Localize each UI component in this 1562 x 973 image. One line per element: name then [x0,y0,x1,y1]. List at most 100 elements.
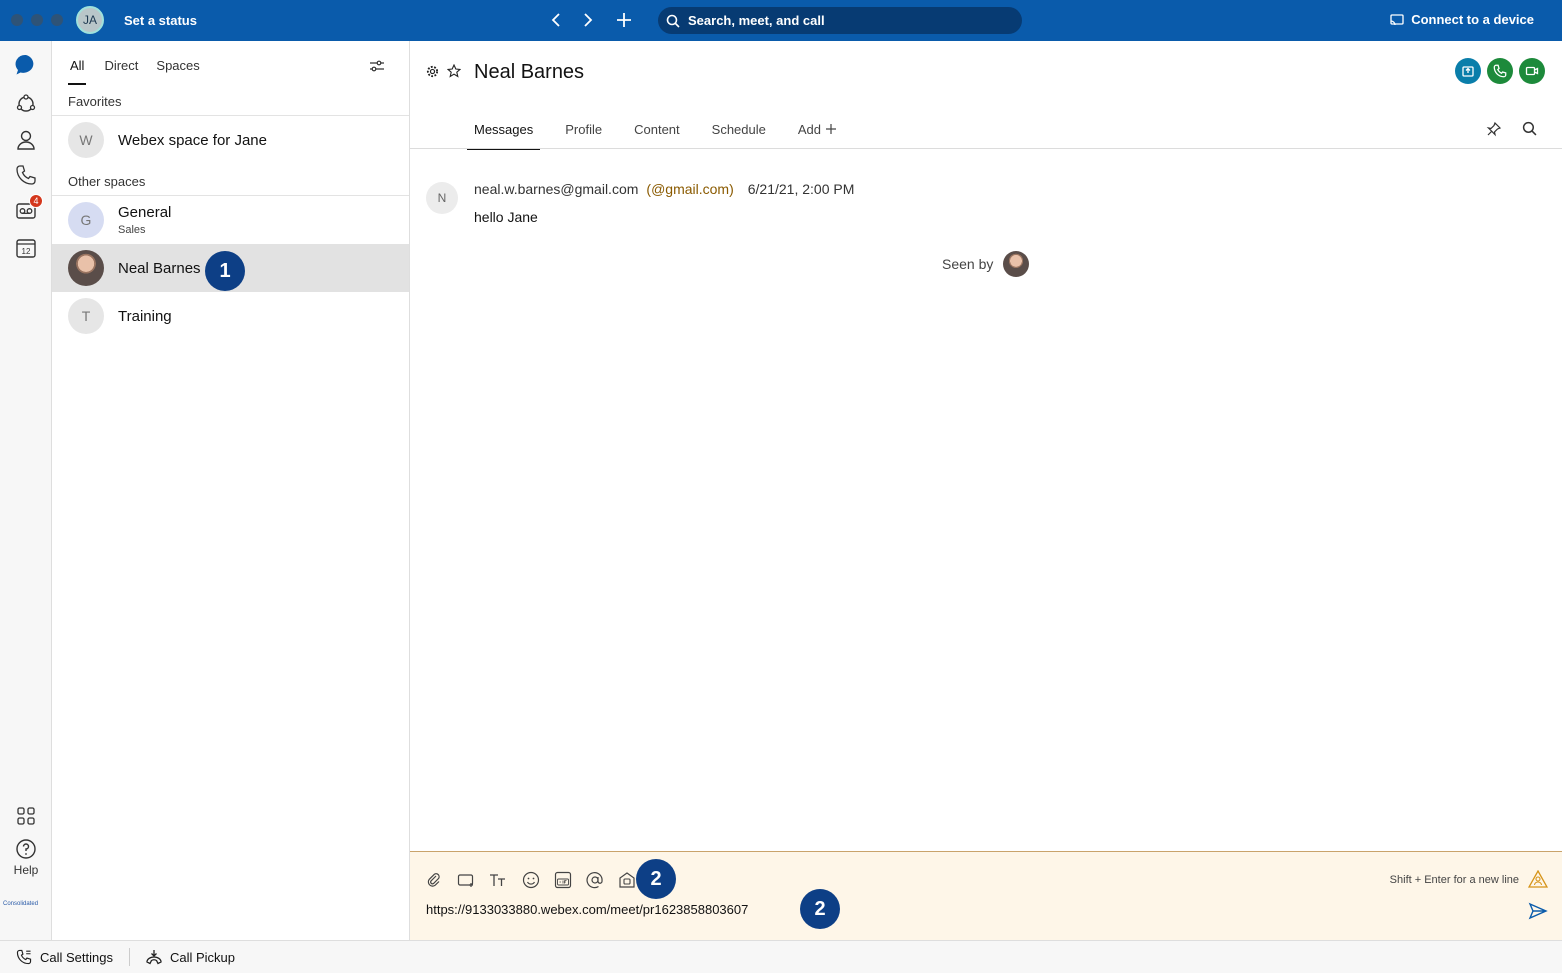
search-icon[interactable] [1522,121,1537,136]
header-divider [410,148,1562,149]
tab-add[interactable]: Add [791,122,843,150]
step-callout-2-input: 2 [800,889,840,929]
contacts-icon[interactable] [14,128,38,152]
tab-all[interactable]: All [68,58,87,85]
forward-arrow-icon[interactable] [578,10,598,30]
composer-hint: Shift + Enter for a new line [1389,874,1519,886]
sender-org: (@gmail.com) [646,181,734,197]
pin-icon[interactable] [1486,121,1502,137]
share-icon [1462,66,1474,77]
list-item-webex-space[interactable]: W Webex space for Jane [52,116,409,164]
video-camera-icon [1525,66,1539,76]
conversation-title: Neal Barnes [474,61,585,83]
message-input[interactable] [426,902,986,917]
step-callout-2-toolbar: 2 [636,859,676,899]
user-avatar[interactable]: JA [76,6,104,34]
tab-messages[interactable]: Messages [467,122,541,150]
calling-icon[interactable] [14,163,38,187]
favorites-header: Favorites [68,94,122,109]
list-item-training[interactable]: T Training [52,292,409,340]
conversation-panel: Neal Barnes Messages Profile Content Sch… [410,41,1562,940]
conversation-tabs: Messages Profile Content Schedule Add [467,122,861,150]
calendar-day: 12 [22,247,31,256]
connect-device-label: Connect to a device [1411,12,1534,27]
window-minimize-button[interactable] [31,14,43,26]
phone-settings-icon [16,949,32,965]
search-icon [666,14,680,28]
space-avatar: W [68,122,104,158]
step-callout-1: 1 [205,251,245,291]
share-screen-button[interactable] [1455,58,1481,84]
tab-profile[interactable]: Profile [558,122,609,150]
space-title: Neal Barnes [118,259,201,277]
message-timestamp: 6/21/21, 2:00 PM [747,181,855,197]
text-format-icon[interactable] [488,870,508,890]
call-settings-button[interactable]: Call Settings [0,949,129,965]
messaging-icon[interactable] [14,53,38,77]
read-receipt[interactable]: Seen by [942,251,1030,277]
user-avatar-initials: JA [82,13,97,27]
tab-content[interactable]: Content [627,122,687,150]
emoji-icon[interactable] [521,870,541,890]
list-item-general[interactable]: G General Sales [52,196,409,244]
back-arrow-icon[interactable] [546,10,566,30]
help-icon[interactable] [14,837,38,861]
sender-name[interactable]: neal.w.barnes@gmail.com [474,181,638,197]
tab-schedule[interactable]: Schedule [705,122,773,150]
video-call-button[interactable] [1519,58,1545,84]
window-close-button[interactable] [11,14,23,26]
seen-by-label: Seen by [942,256,994,272]
attachment-icon[interactable] [424,870,444,890]
bottom-bar: Call Settings Call Pickup [0,940,1562,973]
connect-device-button[interactable]: Connect to a device [1390,12,1534,27]
plus-icon [826,122,837,139]
brand-logo: Consolidated [3,901,39,907]
calendar-icon[interactable]: 12 [14,236,38,260]
space-title: Webex space for Jane [118,131,267,149]
title-bar: JA Set a status Connect to a device [0,0,1562,41]
sender-avatar: N [426,182,458,214]
warning-user-icon[interactable] [1528,870,1548,888]
voicemail-icon[interactable]: 4 [14,194,43,223]
apps-grid-icon[interactable] [14,804,38,828]
other-spaces-header: Other spaces [68,174,146,189]
search-bar[interactable] [658,7,1022,34]
tab-direct[interactable]: Direct [104,58,138,85]
send-icon[interactable] [1528,902,1548,920]
apps-icon[interactable] [617,870,637,890]
set-status-link[interactable]: Set a status [124,13,197,28]
filter-sliders-icon[interactable] [368,57,386,75]
seen-by-avatar [1003,251,1030,277]
navigation-rail: 4 12 Help Consolidated [0,41,52,940]
filter-tabs: All Direct Spaces [68,58,218,85]
contact-photo-avatar [68,250,104,286]
mention-icon[interactable] [585,870,605,890]
screenshot-icon[interactable] [456,870,476,890]
space-avatar: T [68,298,104,334]
cast-icon [1390,13,1404,26]
audio-call-button[interactable] [1487,58,1513,84]
window-zoom-button[interactable] [51,14,63,26]
tab-spaces[interactable]: Spaces [156,58,199,85]
tab-add-label: Add [797,122,822,137]
voicemail-badge: 4 [29,194,43,208]
help-label[interactable]: Help [0,863,52,877]
call-pickup-icon [146,949,162,965]
call-settings-label: Call Settings [40,949,113,965]
plus-icon[interactable] [614,10,634,30]
space-title: Training [118,307,172,325]
search-input[interactable] [688,13,1008,28]
message-composer: 2 Shift + Enter for a new line 2 [410,851,1562,940]
call-pickup-button[interactable]: Call Pickup [130,949,251,965]
call-pickup-label: Call Pickup [169,949,236,965]
message-body: hello Jane [474,209,538,225]
gif-icon[interactable] [553,870,573,890]
space-title: General [118,204,172,221]
message-header: neal.w.barnes@gmail.com (@gmail.com) 6/2… [474,181,854,197]
teams-icon[interactable] [14,92,38,116]
gear-icon[interactable] [426,65,439,78]
star-icon[interactable] [447,64,461,78]
space-team-label: Sales [118,224,146,236]
space-avatar: G [68,202,104,238]
phone-icon [1493,64,1507,78]
